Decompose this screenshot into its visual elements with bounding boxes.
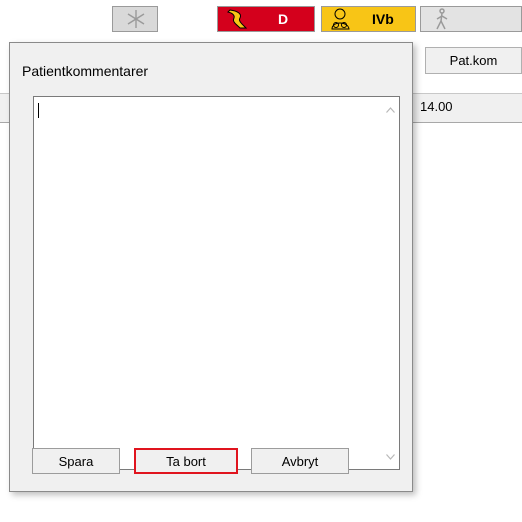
status-cell-ivb[interactable]: IVb bbox=[321, 6, 416, 32]
status-cell-d[interactable]: D bbox=[217, 6, 315, 32]
scroll-down-icon[interactable] bbox=[382, 448, 399, 465]
status-d-label: D bbox=[278, 11, 289, 27]
patient-comment-button-label: Pat.kom bbox=[449, 53, 498, 68]
dialog-title: Patientkommentarer bbox=[22, 63, 149, 79]
patient-lying-icon bbox=[227, 9, 248, 29]
save-button-label: Spara bbox=[58, 453, 94, 469]
cancel-button-label: Avbryt bbox=[281, 453, 319, 469]
patient-sitting-icon bbox=[331, 8, 350, 30]
patient-comments-dialog: Patientkommentarer bbox=[9, 42, 413, 492]
walking-person-icon bbox=[436, 8, 448, 30]
cancel-button[interactable]: Avbryt bbox=[251, 448, 349, 474]
comment-textarea[interactable] bbox=[33, 96, 400, 470]
vertical-scrollbar[interactable] bbox=[382, 97, 399, 469]
text-caret bbox=[38, 103, 39, 118]
status-cell-walk[interactable] bbox=[420, 6, 522, 32]
save-button[interactable]: Spara bbox=[32, 448, 120, 474]
delete-button-label: Ta bort bbox=[166, 453, 206, 469]
status-ivb-label: IVb bbox=[372, 11, 394, 27]
background-time-value: 14.00 bbox=[420, 99, 453, 114]
delete-button[interactable]: Ta bort bbox=[134, 448, 238, 474]
status-cell-snow[interactable] bbox=[112, 6, 158, 32]
snowflake-icon bbox=[127, 10, 145, 28]
patient-comment-button[interactable]: Pat.kom bbox=[425, 47, 522, 74]
scroll-up-icon[interactable] bbox=[382, 101, 399, 118]
